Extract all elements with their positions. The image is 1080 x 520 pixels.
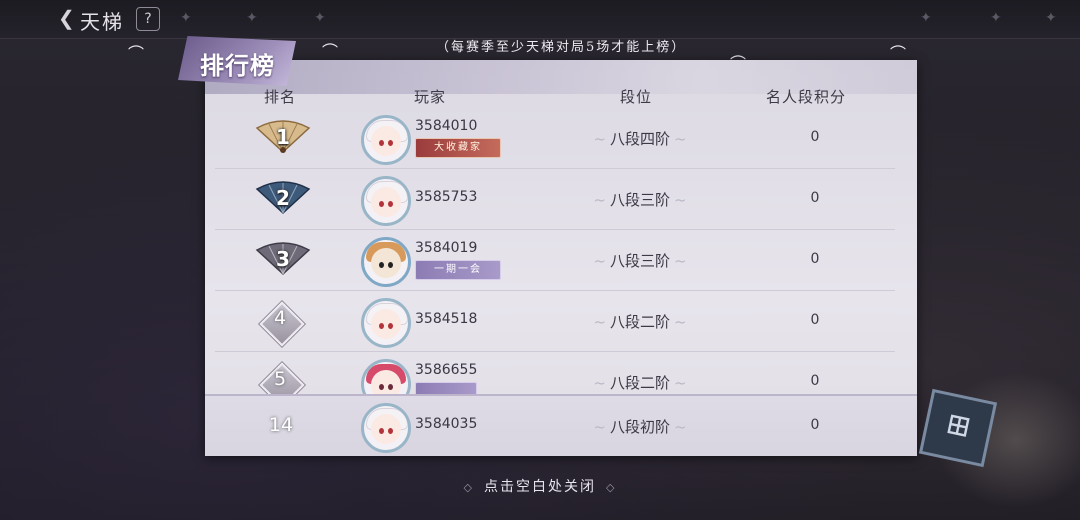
player-id: 3586655 <box>415 362 478 378</box>
ladder-requirement-notice: （每赛季至少天梯对局5场才能上榜） <box>436 40 687 55</box>
player-id: 3584518 <box>415 311 478 327</box>
player-id: 3584019 <box>415 240 478 256</box>
diamond-deco-icon: ◇ <box>463 481 474 494</box>
column-header-rank: 排名 <box>264 88 297 106</box>
star-deco-icon: ✦ <box>314 10 326 26</box>
avatar[interactable] <box>361 359 411 395</box>
player-score: 0 <box>810 129 820 145</box>
top-bar: ❮ 天梯 ? ✦ ✦ ✦ ✦ ✦ ✦ <box>0 0 1080 39</box>
rank-number: 3 <box>276 247 290 271</box>
rank-number: 2 <box>276 186 290 210</box>
chevron-left-icon[interactable]: ❮ <box>58 6 75 30</box>
leaderboard-row[interactable]: 2 3585753 八段三阶 0 <box>215 169 895 230</box>
rank-number: 1 <box>276 125 290 149</box>
player-tier: 八段四阶 <box>580 128 700 149</box>
leaderboard-title: 排行榜 <box>200 51 275 80</box>
star-deco-icon: ✦ <box>1045 10 1057 26</box>
rank-number: 5 <box>273 368 287 390</box>
avatar[interactable] <box>361 176 411 226</box>
avatar[interactable] <box>361 403 411 453</box>
seal-decoration-icon: ⊞ <box>918 388 998 468</box>
avatar[interactable] <box>361 115 411 165</box>
player-score: 0 <box>810 190 820 206</box>
leaderboard-row[interactable]: 3 3584019 一期一会 八段三阶 0 <box>215 230 895 291</box>
player-title-badge: 一期一会 <box>415 260 501 280</box>
player-tier: 八段二阶 <box>580 311 700 332</box>
close-hint-text: 点击空白处关闭 <box>484 479 596 495</box>
rank-number: 14 <box>268 414 294 436</box>
player-id: 3584035 <box>415 416 478 432</box>
star-deco-icon: ✦ <box>246 10 258 26</box>
star-deco-icon: ✦ <box>920 10 932 26</box>
leaderboard-row[interactable]: 4 3584518 八段二阶 0 <box>215 291 895 352</box>
close-hint[interactable]: ◇ 点击空白处关闭 ◇ <box>0 476 1080 496</box>
star-deco-icon: ✦ <box>990 10 1002 26</box>
player-tier: 八段三阶 <box>580 250 700 271</box>
player-score: 0 <box>810 417 820 433</box>
player-tier: 八段初阶 <box>580 416 700 437</box>
diamond-deco-icon: ◇ <box>606 481 617 494</box>
swallow-icon: ⌒ <box>128 44 145 63</box>
leaderboard-row[interactable]: 5 3586655 八段二阶 0 <box>215 352 895 395</box>
player-tier: 八段二阶 <box>580 372 700 393</box>
column-header-player: 玩家 <box>414 88 447 106</box>
column-header-tier: 段位 <box>620 88 653 106</box>
player-tier: 八段三阶 <box>580 189 700 210</box>
star-deco-icon: ✦ <box>180 10 192 26</box>
rank-number: 4 <box>273 307 287 329</box>
player-score: 0 <box>810 312 820 328</box>
swallow-icon: ⌒ <box>322 42 339 61</box>
player-title-badge: 大收藏家 <box>415 138 501 158</box>
player-id: 3585753 <box>415 189 478 205</box>
column-header-score: 名人段积分 <box>766 88 847 106</box>
my-rank-row[interactable]: 14 3584035 八段初阶 0 <box>205 394 917 456</box>
avatar[interactable] <box>361 298 411 348</box>
help-button[interactable]: ? <box>136 7 160 31</box>
leaderboard-row[interactable]: 1 3584010 大收藏家 八段四阶 0 <box>215 108 895 169</box>
player-score: 0 <box>810 251 820 267</box>
back-button[interactable]: ❮ <box>58 6 75 30</box>
avatar[interactable] <box>361 237 411 287</box>
page-title: 天梯 <box>80 10 124 34</box>
player-score: 0 <box>810 373 820 389</box>
player-id: 3584010 <box>415 118 478 134</box>
